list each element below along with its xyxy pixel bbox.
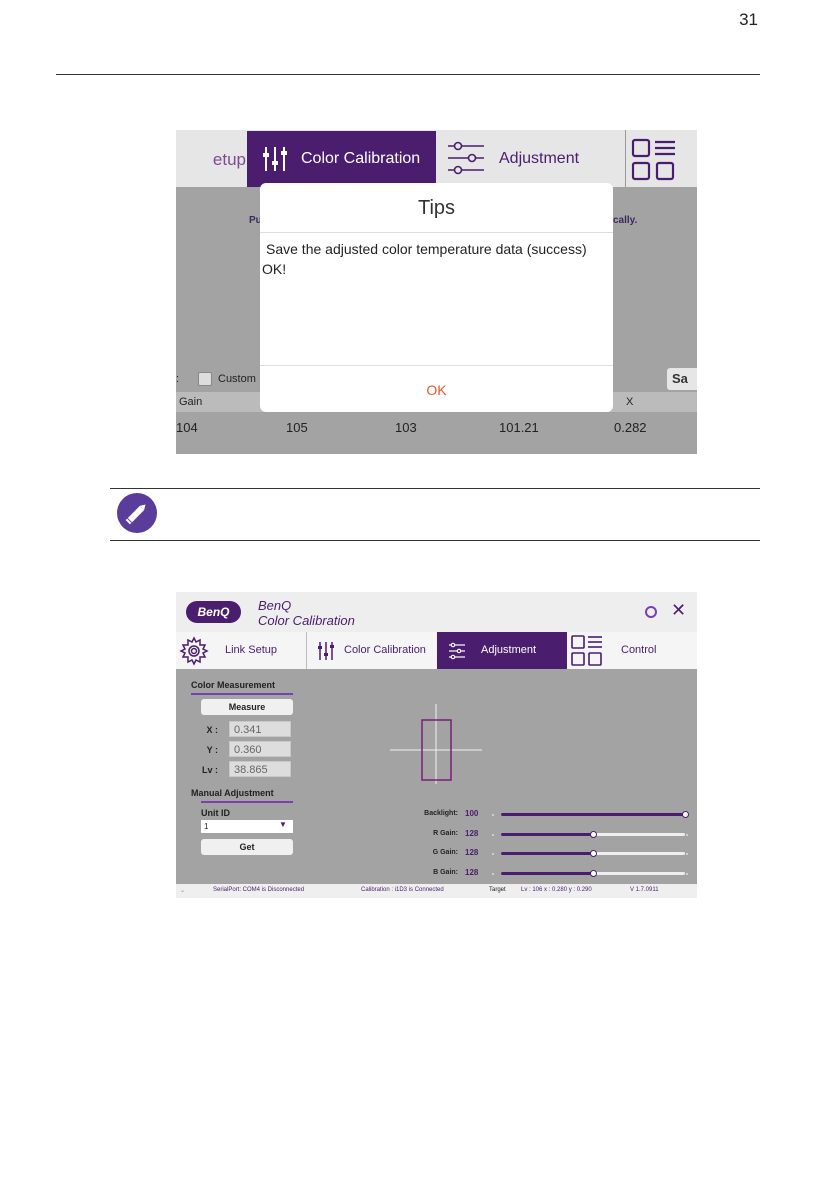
target-label: Target — [489, 887, 506, 893]
table-header-x: X — [626, 396, 634, 408]
target-values: Lv : 106 x : 0.280 y : 0.290 — [521, 887, 592, 893]
y-label: Y : — [206, 745, 218, 755]
slider-knob[interactable] — [590, 850, 597, 857]
section-underline — [191, 693, 293, 695]
table-cell: 101.21 — [499, 420, 539, 435]
slider-value: 128 — [465, 828, 479, 838]
tab-adjustment-label: Adjustment — [481, 644, 537, 656]
slider-min-dot — [492, 814, 494, 816]
dialog-title: Tips — [417, 197, 456, 219]
slider-value: 128 — [465, 867, 479, 877]
slider-value: 128 — [465, 848, 479, 857]
status-bar: ⌄ SerialPort: COM4 is Disconnected Calib… — [176, 884, 697, 898]
chevron-down-icon[interactable]: ⌄ — [180, 887, 185, 894]
tab-adjustment[interactable]: Adjustment — [437, 632, 567, 669]
chromaticity-crosshair — [390, 704, 482, 784]
serial-status: SerialPort: COM4 is Disconnected — [213, 887, 305, 893]
x-value-field: 0.341 — [229, 721, 291, 737]
header-rule — [56, 74, 760, 75]
color-measurement-title: Color Measurement — [191, 680, 276, 690]
table-header-gain: Gain — [179, 396, 203, 408]
ok-button[interactable]: OK — [260, 382, 613, 398]
pencil-icon — [117, 493, 157, 533]
slider-knob[interactable] — [590, 869, 597, 877]
colon-text: : — [176, 373, 180, 385]
slider-label: R Gain: — [433, 829, 458, 837]
unit-id-label: Unit ID — [201, 808, 230, 818]
tab-link-setup-label: Link Setup — [225, 644, 277, 656]
target-icon[interactable] — [645, 606, 657, 618]
section-underline — [201, 801, 293, 803]
custom-label: Custom — [218, 373, 256, 385]
adjust-icon — [449, 642, 465, 660]
y-value-field: 0.360 — [229, 741, 291, 757]
note-bottom-rule — [110, 540, 760, 541]
tab-control[interactable]: Control — [567, 632, 697, 669]
slider-max-dot — [686, 853, 688, 855]
custom-checkbox[interactable] — [198, 372, 212, 386]
tab-separator — [625, 130, 626, 187]
calibration-status: Calibration : i1D3 is Connected — [361, 887, 444, 893]
close-icon[interactable]: ✕ — [671, 600, 686, 621]
screenshot-adjustment: BenQ BenQ Color Calibration ✕ Link Setup… — [176, 592, 697, 898]
table-cell: 0.282 — [614, 420, 647, 435]
slider-fill — [501, 832, 593, 836]
slider-min-dot — [492, 872, 494, 875]
gear-icon — [179, 636, 209, 666]
version: V 1.7.0911 — [630, 887, 659, 893]
adjust-icon — [448, 141, 484, 175]
dropdown-arrow-icon[interactable]: ▼ — [279, 820, 287, 829]
slider-max-dot — [686, 872, 688, 875]
slider-label: Backlight: — [424, 810, 458, 817]
tab-color-calibration-label: Color Calibration — [344, 644, 426, 656]
table-cell: 103 — [395, 420, 417, 435]
slider-max-dot — [686, 833, 688, 836]
slider-fill — [501, 813, 685, 816]
tab-color-calibration[interactable]: Color Calibration — [307, 632, 437, 669]
background-instruction-right: cally. — [613, 215, 638, 226]
lv-label: Lv : — [201, 765, 218, 775]
slider-fill — [501, 871, 593, 875]
tab-color-calibration-label: Color Calibration — [301, 150, 421, 167]
table-cell: 104 — [176, 420, 198, 435]
measure-button[interactable]: Measure — [201, 699, 293, 715]
grid-icon — [571, 635, 602, 666]
note-top-rule — [110, 488, 760, 489]
dialog-result: OK! — [262, 261, 287, 277]
slider-max-dot — [686, 814, 688, 816]
tab-control-label: Control — [621, 644, 657, 656]
slider-label: G Gain: — [432, 849, 458, 856]
slider-min-dot — [492, 833, 494, 836]
grid-icon[interactable] — [631, 138, 677, 182]
app-header — [176, 592, 697, 632]
slider-fill — [501, 852, 593, 855]
app-title: Color Calibration — [258, 613, 355, 628]
tab-color-calibration[interactable]: Color Calibration — [247, 131, 436, 187]
slider-value: 100 — [465, 809, 479, 818]
dialog-footer-divider — [260, 365, 613, 366]
dialog-message: Save the adjusted color temperature data… — [266, 241, 587, 257]
save-button[interactable]: Sa — [667, 368, 697, 390]
tab-link-setup[interactable]: Link Setup — [176, 632, 306, 669]
app-title-brand: BenQ — [258, 598, 292, 613]
page-number: 31 — [739, 10, 758, 29]
sliders-icon — [263, 147, 287, 171]
manual-adjustment-title: Manual Adjustment — [191, 788, 274, 798]
slider-label: B Gain: — [433, 868, 458, 876]
slider-knob[interactable] — [590, 830, 597, 838]
tab-adjustment-label: Adjustment — [499, 150, 580, 167]
sliders-icon — [318, 642, 334, 660]
lv-value-field: 38.865 — [229, 761, 291, 777]
tab-adjustment[interactable]: Adjustment — [438, 130, 623, 187]
benq-logo: BenQ — [186, 601, 241, 623]
dialog-divider — [260, 232, 613, 233]
tab-link-setup[interactable]: etup — [176, 130, 246, 187]
tips-dialog: Tips Save the adjusted color temperature… — [260, 183, 613, 412]
slider-min-dot — [492, 853, 494, 855]
get-button[interactable]: Get — [201, 839, 293, 855]
x-label: X : — [206, 725, 218, 735]
table-cell: 105 — [286, 420, 308, 435]
